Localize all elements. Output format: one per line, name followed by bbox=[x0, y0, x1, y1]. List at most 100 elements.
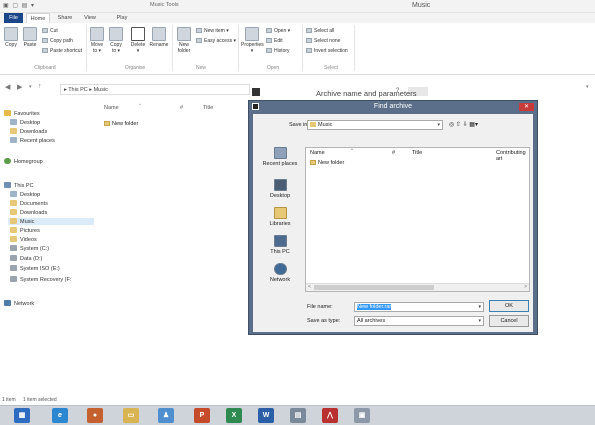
open-button[interactable]: Open ▾ bbox=[266, 28, 290, 34]
taskbar-app[interactable]: ▤ bbox=[290, 408, 306, 423]
back-button[interactable]: ◀ bbox=[5, 83, 10, 91]
save-as-type-select[interactable]: All archives ▾ bbox=[354, 316, 484, 326]
nav-pc-downloads[interactable]: Downloads bbox=[10, 209, 47, 216]
taskbar-excel[interactable]: X bbox=[226, 408, 242, 423]
taskbar-powerpoint[interactable]: P bbox=[194, 408, 210, 423]
nav-network[interactable]: Network bbox=[4, 300, 34, 307]
nav-videos[interactable]: Videos bbox=[10, 236, 37, 243]
group-divider bbox=[86, 25, 87, 71]
address-bar[interactable]: ▸ This PC ▸ Music bbox=[60, 84, 250, 95]
taskbar-archiver[interactable]: ▣ bbox=[354, 408, 370, 423]
taskbar-pdf-reader[interactable]: ⋀ bbox=[322, 408, 338, 423]
folder-toolbar[interactable]: ◎ ⇧ ⇩ ▦▾ bbox=[449, 121, 478, 128]
column-header-title[interactable]: Title bbox=[203, 105, 213, 111]
properties-icon bbox=[245, 27, 259, 41]
tab-play[interactable]: Play bbox=[112, 13, 132, 23]
column-header-number[interactable]: # bbox=[392, 150, 395, 156]
scroll-right-icon[interactable]: > bbox=[524, 284, 527, 290]
properties-label: Properties ▾ bbox=[241, 42, 264, 54]
tab-view[interactable]: View bbox=[80, 13, 100, 23]
edit-button[interactable]: Edit bbox=[266, 38, 283, 44]
list-item[interactable]: New folder bbox=[310, 160, 344, 166]
select-none-button[interactable]: Select none bbox=[306, 38, 340, 44]
tab-file[interactable]: File bbox=[4, 13, 23, 23]
group-label-open: Open bbox=[266, 65, 280, 71]
place-network[interactable]: Network bbox=[257, 263, 303, 283]
drive-icon bbox=[10, 255, 17, 261]
file-list: Name ^ # Title New folder bbox=[98, 100, 248, 400]
place-desktop[interactable]: Desktop bbox=[257, 179, 303, 199]
easy-access-button[interactable]: Easy access ▾ bbox=[196, 38, 236, 44]
nav-label: Documents bbox=[20, 201, 48, 207]
column-header-name[interactable]: Name bbox=[104, 105, 119, 111]
move-to-button[interactable]: Move to ▾ bbox=[89, 27, 105, 54]
list-item[interactable]: New folder bbox=[104, 121, 138, 127]
desktop-icon bbox=[10, 191, 17, 197]
column-header-title[interactable]: Title bbox=[412, 150, 422, 156]
place-recent[interactable]: Recent places bbox=[257, 147, 303, 167]
copy-button[interactable]: Copy bbox=[3, 27, 19, 48]
place-this-pc[interactable]: This PC bbox=[257, 235, 303, 255]
column-header-name[interactable]: Name bbox=[310, 150, 325, 156]
scroll-left-icon[interactable]: < bbox=[308, 284, 311, 290]
file-name-input[interactable]: New folder.rar ▾ bbox=[354, 302, 484, 312]
nav-homegroup[interactable]: Homegroup bbox=[4, 158, 43, 165]
history-button[interactable]: History bbox=[266, 48, 290, 54]
nav-pc-desktop[interactable]: Desktop bbox=[10, 191, 40, 198]
ok-button[interactable]: OK bbox=[489, 300, 529, 312]
new-folder-button[interactable]: New folder bbox=[176, 27, 192, 54]
paste-shortcut-button[interactable]: Paste shortcut bbox=[42, 48, 82, 54]
taskbar-media-player[interactable]: ● bbox=[87, 408, 103, 423]
taskbar-tool-app[interactable]: ♟ bbox=[158, 408, 174, 423]
copy-to-button[interactable]: Copy to ▾ bbox=[108, 27, 124, 54]
recent-locations-button[interactable]: ▾ bbox=[29, 84, 32, 90]
place-label: Libraries bbox=[269, 221, 291, 227]
start-button[interactable]: ▦ bbox=[14, 408, 30, 423]
delete-button[interactable]: Delete ▾ bbox=[129, 27, 147, 54]
nav-pictures[interactable]: Pictures bbox=[10, 227, 40, 234]
place-libraries[interactable]: Libraries bbox=[257, 207, 303, 227]
forward-button[interactable]: ▶ bbox=[17, 83, 22, 91]
nav-system-iso-e[interactable]: System ISO (E:) bbox=[10, 265, 60, 272]
nav-downloads[interactable]: Downloads bbox=[10, 128, 47, 135]
properties-button[interactable]: Properties ▾ bbox=[241, 27, 264, 54]
nav-recent-places[interactable]: Recent places bbox=[10, 137, 55, 144]
select-all-button[interactable]: Select all bbox=[306, 28, 334, 34]
rename-button[interactable]: Rename bbox=[149, 27, 169, 48]
nav-system-recovery-f[interactable]: System Recovery (F: bbox=[10, 276, 71, 283]
quick-access-toolbar[interactable]: ▣ ▢ ▤ ▾ bbox=[3, 2, 35, 9]
taskbar-word[interactable]: W bbox=[258, 408, 274, 423]
new-item-button[interactable]: New item ▾ bbox=[196, 28, 229, 34]
tab-share[interactable]: Share bbox=[54, 13, 76, 23]
nav-documents[interactable]: Documents bbox=[10, 200, 48, 207]
media-player-icon: ● bbox=[92, 412, 98, 419]
up-button[interactable]: ↑ bbox=[38, 83, 42, 90]
column-header-number[interactable]: # bbox=[180, 105, 183, 111]
taskbar-internet-explorer[interactable]: e bbox=[52, 408, 68, 423]
rename-label: Rename bbox=[149, 42, 169, 48]
horizontal-scrollbar[interactable]: < > bbox=[306, 283, 529, 291]
copy-label: Copy bbox=[5, 42, 17, 48]
paste-button[interactable]: Paste bbox=[22, 27, 38, 48]
taskbar-file-explorer[interactable]: ▭ bbox=[123, 408, 139, 423]
nav-data-d[interactable]: Data (D:) bbox=[10, 255, 42, 262]
select-all-label: Select all bbox=[314, 28, 335, 34]
nav-system-c[interactable]: System (C:) bbox=[10, 245, 49, 252]
nav-desktop[interactable]: Desktop bbox=[10, 119, 40, 126]
breadcrumb[interactable]: ▸ This PC ▸ Music bbox=[64, 87, 108, 93]
invert-selection-button[interactable]: Invert selection bbox=[306, 48, 348, 54]
copy-path-button[interactable]: Copy path bbox=[42, 38, 73, 44]
cut-button[interactable]: Cut bbox=[42, 28, 58, 34]
column-header-contributing-artists[interactable]: Contributing art bbox=[496, 150, 529, 162]
new-folder-label: New folder bbox=[177, 42, 191, 54]
nav-this-pc[interactable]: This PC bbox=[4, 182, 34, 189]
cancel-button[interactable]: Cancel bbox=[489, 315, 529, 327]
save-in-select[interactable]: Music ▾ bbox=[307, 120, 443, 130]
nav-favourites[interactable]: Favourites bbox=[4, 110, 40, 117]
close-button[interactable]: ✕ bbox=[519, 103, 534, 111]
delete-label: Delete ▾ bbox=[130, 42, 146, 54]
tab-home[interactable]: Home bbox=[26, 13, 50, 23]
scrollbar-thumb[interactable] bbox=[314, 285, 434, 290]
desktop-icon bbox=[10, 119, 17, 125]
nav-music[interactable]: Music bbox=[8, 218, 94, 225]
